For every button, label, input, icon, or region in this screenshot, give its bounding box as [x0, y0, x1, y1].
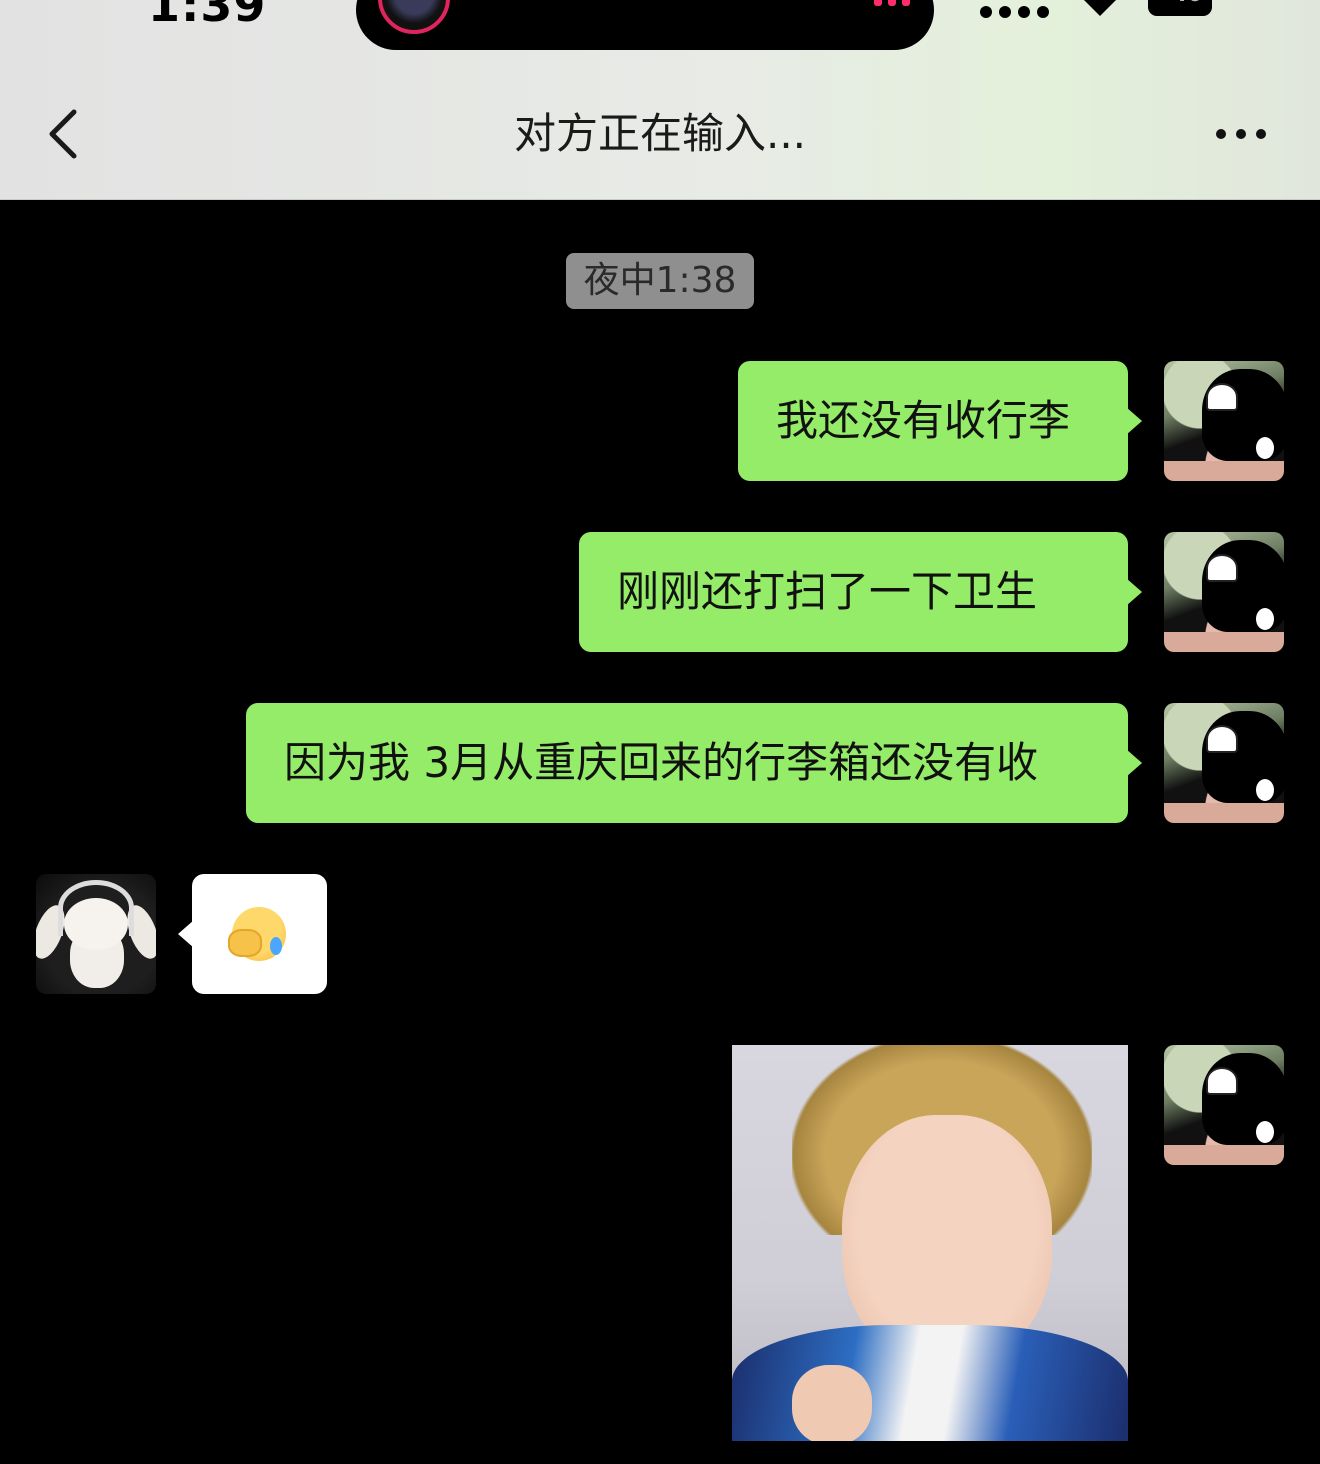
sent-message-bubble[interactable]: 刚刚还打扫了一下卫生 [579, 532, 1142, 652]
chef-hat-icon [1206, 725, 1238, 753]
contact-avatar[interactable] [36, 874, 156, 994]
my-avatar[interactable] [1164, 361, 1284, 481]
top-bar: 1:39 40 对方正在输入... [0, 0, 1320, 200]
more-options-button[interactable] [1206, 112, 1276, 156]
message-timestamp: 夜中1:38 [566, 253, 754, 309]
sent-message-bubble[interactable]: 因为我 3月从重庆回来的行李箱还没有收 [246, 703, 1142, 823]
status-indicators: 40 [980, 0, 1240, 24]
my-avatar[interactable] [1164, 703, 1284, 823]
headphones-icon [58, 880, 134, 936]
signal-icon [980, 6, 1049, 18]
chef-hat-icon [1206, 1067, 1238, 1095]
sent-message-bubble[interactable]: 我还没有收行李 [738, 361, 1142, 481]
dynamic-island[interactable] [356, 0, 934, 50]
chat-title: 对方正在输入... [513, 109, 807, 158]
audio-visualizer-icon [874, 0, 910, 6]
crying-face-emoji-icon [228, 907, 286, 961]
dot-icon [1236, 129, 1246, 139]
music-artwork-icon [378, 0, 450, 34]
wifi-icon [1082, 0, 1118, 16]
chef-hat-icon [1206, 554, 1238, 582]
dot-icon [1216, 129, 1226, 139]
received-message-bubble[interactable] [178, 874, 327, 994]
my-avatar[interactable] [1164, 1045, 1284, 1165]
battery-level: 40 [1172, 0, 1203, 7]
my-avatar[interactable] [1164, 532, 1284, 652]
dot-icon [1256, 129, 1266, 139]
battery-icon: 40 [1148, 0, 1212, 16]
sent-image-message[interactable] [732, 1045, 1128, 1441]
chef-hat-icon [1206, 383, 1238, 411]
status-time: 1:39 [148, 0, 267, 32]
